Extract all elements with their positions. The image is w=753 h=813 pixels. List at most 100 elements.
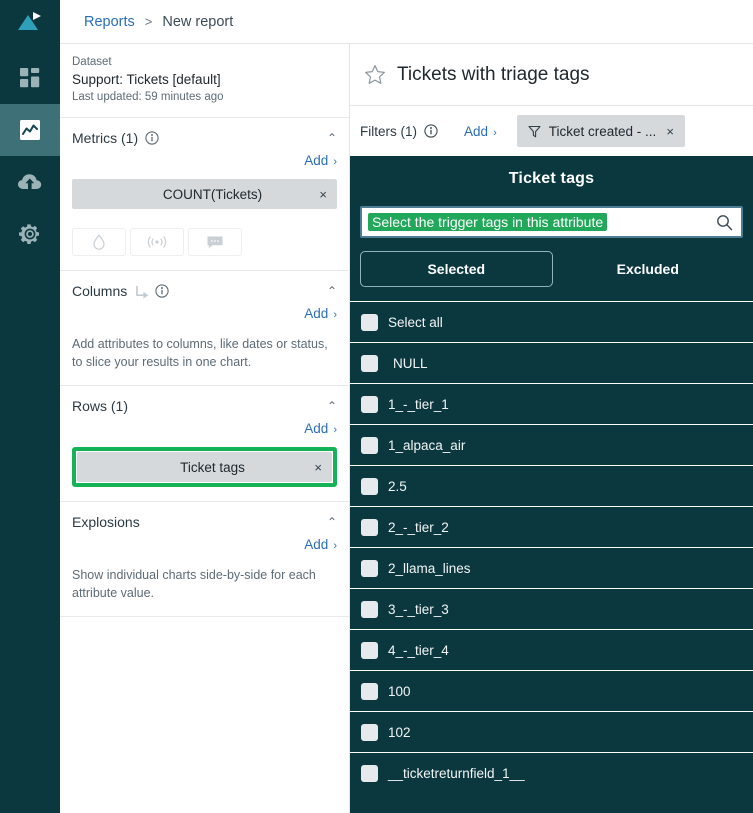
checkbox[interactable] [361,764,378,782]
dataset-name: Support: Tickets [default] [72,72,221,87]
checkbox[interactable] [361,682,378,700]
metric-tool-buttons [72,228,337,256]
list-item[interactable]: NULL [350,342,753,383]
sidebar-item-dashboard[interactable] [0,52,60,104]
list-item-label: 4_-_tier_4 [388,642,449,658]
page-title: Tickets with triage tags [397,63,590,85]
search-icon[interactable] [716,214,733,231]
columns-add-button[interactable]: Add › [304,306,337,321]
cloud-upload-icon [17,171,43,193]
filters-add-button[interactable]: Add › [464,124,497,139]
filter-chip-ticket-created[interactable]: Ticket created - ... × [516,115,685,147]
sidebar-item-uploads[interactable] [0,156,60,208]
row-chip-label: Ticket tags [180,459,245,475]
columns-title: Columns [72,283,128,299]
breadcrumb: Reports > New report [60,0,753,44]
list-item[interactable]: 100 [350,670,753,711]
list-item-label: NULL [393,355,428,371]
list-item-label: 3_-_tier_3 [388,601,449,617]
checkbox[interactable] [361,518,378,536]
metric-chip-count-tickets[interactable]: COUNT(Tickets) × [72,179,337,209]
list-item[interactable]: 1_alpaca_air [350,424,753,465]
checkbox[interactable] [361,641,378,659]
metrics-section: Metrics (1) ⌃ Add › COUNT(Tickets) × [60,118,349,271]
metrics-collapse-chevron[interactable]: ⌃ [327,132,337,144]
filters-label: Filters (1) [360,123,417,139]
app-window: Reports > New report Dataset Support: Ti… [0,0,753,813]
explosions-title: Explosions [72,514,140,530]
filter-chip-remove-button[interactable]: × [666,124,674,139]
list-item[interactable]: 102 [350,711,753,752]
picker-search-wrap: Select the trigger tags in this attribut… [350,188,753,238]
explosions-collapse-chevron[interactable]: ⌃ [327,516,337,528]
list-item[interactable]: 2_llama_lines [350,547,753,588]
list-item-label: __ticketreturnfield_1__ [388,765,525,781]
tab-selected[interactable]: Selected [360,251,553,287]
left-nav-rail [0,0,60,813]
metric-signal-button[interactable] [130,228,184,256]
breadcrumb-reports-link[interactable]: Reports [84,14,135,30]
columns-collapse-chevron[interactable]: ⌃ [327,285,337,297]
checkbox[interactable] [361,354,378,372]
sidebar-item-settings[interactable] [0,208,60,260]
list-item[interactable]: __ticketreturnfield_1__ [350,752,753,793]
list-item[interactable]: 4_-_tier_4 [350,629,753,670]
explosions-section: Explosions ⌃ Add › Show individual chart… [60,502,349,617]
search-input[interactable]: Select the trigger tags in this attribut… [360,206,743,238]
favorite-star-icon[interactable] [364,64,386,85]
list-item-label: 2.5 [388,478,407,494]
report-config-panel: Dataset Support: Tickets [default] Last … [60,44,350,813]
checkbox[interactable] [361,395,378,413]
list-item-label: 1_alpaca_air [388,437,466,453]
checkbox[interactable] [361,477,378,495]
gear-icon [18,222,42,246]
rows-collapse-chevron[interactable]: ⌃ [327,400,337,412]
list-item[interactable]: 1_-_tier_1 [350,383,753,424]
chart-icon [19,119,41,141]
list-item[interactable]: 2.5 [350,465,753,506]
breadcrumb-separator: > [144,14,153,29]
columns-hint-text: Add attributes to columns, like dates or… [72,337,328,369]
list-item[interactable]: Select all [350,301,753,342]
info-icon[interactable] [145,131,159,145]
attribute-picker-panel: Ticket tags Select the trigger tags in t… [350,156,753,813]
rows-section: Rows (1) ⌃ Add › Ticket tags × [60,386,349,502]
metrics-title: Metrics (1) [72,130,139,146]
funnel-icon [528,125,541,138]
sidebar-item-reports[interactable] [0,104,60,156]
dataset-summary[interactable]: Dataset Support: Tickets [default] Last … [60,44,349,118]
row-chip-ticket-tags[interactable]: Ticket tags × [77,452,332,482]
checkbox[interactable] [361,436,378,454]
list-item-label: 2_-_tier_2 [388,519,449,535]
metrics-add-button[interactable]: Add › [304,153,337,168]
list-item-label: 2_llama_lines [388,560,471,576]
app-logo[interactable] [0,0,60,44]
checkbox[interactable] [361,313,378,331]
row-chip-remove-button[interactable]: × [314,460,322,475]
filters-bar: Filters (1) Add › Ticket created - ... × [350,106,753,156]
checkbox[interactable] [361,559,378,577]
rows-add-button[interactable]: Add › [304,421,337,436]
metric-comment-button[interactable] [188,228,242,256]
checkbox[interactable] [361,600,378,618]
list-item[interactable]: 3_-_tier_3 [350,588,753,629]
columns-section: Columns ⌃ Add › Add attributes to column… [60,271,349,386]
info-icon[interactable] [155,284,169,298]
metric-format-button[interactable] [72,228,126,256]
checkbox[interactable] [361,723,378,741]
tab-excluded[interactable]: Excluded [553,251,744,287]
explosions-hint-text: Show individual charts side-by-side for … [72,568,316,600]
breadcrumb-current: New report [162,13,234,30]
list-item[interactable]: 2_-_tier_2 [350,506,753,547]
dataset-label: Dataset [72,56,112,68]
filter-chip-label: Ticket created - ... [548,123,657,139]
info-icon[interactable] [424,124,438,138]
body-row: Dataset Support: Tickets [default] Last … [60,44,753,813]
list-item-label: 1_-_tier_1 [388,396,449,412]
dataset-last-updated: Last updated: 59 minutes ago [72,91,224,103]
report-area: Tickets with triage tags Filters (1) Add… [350,44,753,813]
metric-chip-remove-button[interactable]: × [319,187,327,202]
transpose-icon[interactable] [134,284,150,299]
explosions-add-button[interactable]: Add › [304,537,337,552]
search-placeholder-highlight: Select the trigger tags in this attribut… [368,213,608,231]
